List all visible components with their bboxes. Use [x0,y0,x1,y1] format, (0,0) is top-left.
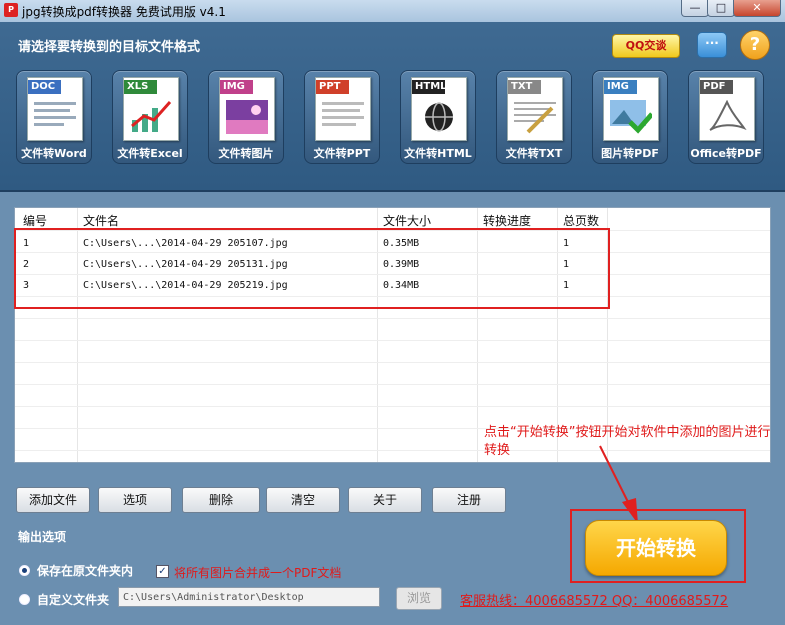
row-divider [15,406,770,407]
xls-file-icon: XLS [123,77,179,141]
format-label: 文件转TXT [505,147,563,160]
format-label: 文件转HTML [404,147,472,160]
img-to-pdf-icon: IMG [603,77,659,141]
column-header-filename[interactable]: 文件名 [83,212,119,229]
txt-file-icon: TXT [507,77,563,141]
column-header-progress[interactable]: 转换进度 [483,212,531,229]
row-divider [15,362,770,363]
hotline-link[interactable]: 客服热线：4006685572 QQ：4006685572 [460,590,728,609]
chat-bubble-icon[interactable]: ··· [697,32,727,58]
row-divider [15,384,770,385]
options-button[interactable]: 选项 [98,487,172,513]
start-convert-button[interactable]: 开始转换 [585,520,727,576]
format-button-office-to-pdf[interactable]: PDF Office转PDF [688,70,764,164]
column-header-number[interactable]: 编号 [23,212,47,229]
output-section-title: 输出选项 [18,530,67,544]
format-button-image[interactable]: IMG 文件转图片 [208,70,284,164]
output-folder-input[interactable]: C:\Users\Administrator\Desktop [118,587,380,607]
header-title: 请选择要转换到的目标文件格式 [18,40,201,55]
format-label: Office转PDF [690,147,762,160]
window-title: jpg转换成pdf转换器 免费试用版 v4.1 [22,5,226,19]
qq-chat-button[interactable]: QQ交谈 [612,34,680,58]
format-button-html[interactable]: HTML 文件转HTML [400,70,476,164]
clear-button[interactable]: 清空 [266,487,340,513]
format-label: 文件转Excel [117,147,183,160]
format-label: 文件转PPT [313,147,371,160]
img-file-icon: IMG [219,77,275,141]
format-header-panel: 请选择要转换到的目标文件格式 QQ交谈 ··· ? DOC 文件转Word XL… [0,22,785,192]
pdf-file-icon: PDF [699,77,755,141]
format-label: 文件转Word [21,147,87,160]
close-button[interactable]: ✕ [733,0,781,17]
html-file-icon: HTML [411,77,467,141]
format-button-word[interactable]: DOC 文件转Word [16,70,92,164]
row-divider [15,318,770,319]
format-button-excel[interactable]: XLS 文件转Excel [112,70,188,164]
column-header-size[interactable]: 文件大小 [383,212,431,229]
maximize-button[interactable]: □ [707,0,735,17]
delete-button[interactable]: 删除 [182,487,260,513]
custom-folder-label[interactable]: 自定义文件夹 [37,591,109,608]
question-icon[interactable]: ? [740,30,770,60]
title-bar: P jpg转换成pdf转换器 免费试用版 v4.1 — □ ✕ [0,0,785,23]
format-label: 图片转PDF [601,147,659,160]
add-file-button[interactable]: 添加文件 [16,487,90,513]
format-button-txt[interactable]: TXT 文件转TXT [496,70,572,164]
format-button-ppt[interactable]: PPT 文件转PPT [304,70,380,164]
column-header-pages[interactable]: 总页数 [563,212,599,229]
highlight-box-rows [14,228,610,309]
merge-pdf-checkbox[interactable]: ✓ [156,565,169,578]
minimize-button[interactable]: — [681,0,709,17]
about-button[interactable]: 关于 [348,487,422,513]
ppt-file-icon: PPT [315,77,371,141]
format-button-image-to-pdf[interactable]: IMG 图片转PDF [592,70,668,164]
row-divider [15,340,770,341]
save-original-label[interactable]: 保存在原文件夹内 [37,562,133,579]
format-label: 文件转图片 [218,147,274,160]
browse-button[interactable]: 浏览 [396,587,442,610]
doc-file-icon: DOC [27,77,83,141]
save-original-radio[interactable] [19,565,30,576]
register-button[interactable]: 注册 [432,487,506,513]
custom-folder-radio[interactable] [19,594,30,605]
app-icon: P [4,3,18,17]
merge-pdf-label[interactable]: 将所有图片合并成一个PDF文档 [174,564,341,581]
